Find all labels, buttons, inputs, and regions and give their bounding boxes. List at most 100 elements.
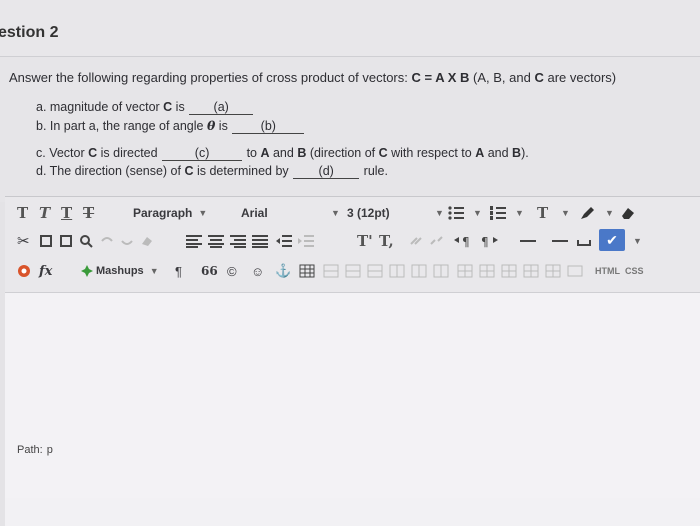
bullet-list-button[interactable] [447, 202, 465, 224]
spellcheck-caret[interactable]: ▼ [627, 230, 642, 252]
size-select[interactable]: 3 (12pt) [347, 203, 390, 223]
bold-button[interactable]: T [17, 202, 28, 224]
part-c-var-a: A [260, 146, 270, 160]
html-button[interactable]: HTML [595, 260, 620, 282]
part-b-suffix: is [215, 119, 228, 133]
css-button[interactable]: CSS [625, 260, 644, 282]
table-col-before-button[interactable] [389, 260, 405, 282]
paste-button[interactable] [59, 230, 73, 252]
align-center-button[interactable] [207, 230, 225, 252]
record-icon [18, 265, 30, 277]
table-delete-row-button[interactable] [367, 260, 383, 282]
subscript-button[interactable]: T, [379, 230, 394, 252]
numbered-list-button[interactable] [489, 202, 507, 224]
numbered-list-caret[interactable]: ▼ [509, 202, 524, 224]
blockquote-button[interactable]: 66 [201, 260, 218, 282]
font-select-caret[interactable]: ▼ [325, 203, 340, 223]
toolbar-row-3: fx Mashups ▼ ¶ 66 © ☺ ⚓ HTML CSS [5, 257, 700, 285]
copyright-button[interactable]: © [227, 260, 237, 282]
copyright-icon: © [227, 263, 237, 279]
redo-icon [121, 240, 133, 245]
align-justify-button[interactable] [251, 230, 269, 252]
paragraph-select[interactable]: Paragraph ▼ [133, 203, 207, 223]
table-cell-icon [501, 264, 517, 278]
indent-button[interactable] [297, 230, 315, 252]
find-button[interactable] [79, 230, 93, 252]
pilcrow-icon: ¶ [175, 263, 182, 279]
mashups-select[interactable]: Mashups ▼ [81, 261, 159, 281]
table-delete-col-button[interactable] [433, 260, 449, 282]
question-prompt: Answer the following regarding propertie… [9, 70, 616, 85]
table-row-before-button[interactable] [323, 260, 339, 282]
toolbar-row-1: T T T T Paragraph ▼ Arial ▼ 3 (12pt) ▼ ▼ [5, 199, 700, 227]
insert-table-button[interactable] [299, 260, 315, 282]
align-left-button[interactable] [185, 230, 203, 252]
cut-button[interactable]: ✂ [17, 230, 30, 252]
prompt-var-b: B [460, 70, 470, 85]
unlink-button[interactable] [429, 230, 445, 252]
part-c: c. Vector C is directed (c) to A and B (… [36, 146, 529, 161]
size-select-caret[interactable]: ▼ [429, 203, 444, 223]
clear-format-button[interactable] [619, 202, 637, 224]
spellcheck-button[interactable]: ✔ [599, 229, 625, 251]
table-cell-icon [545, 264, 561, 278]
link-button[interactable] [409, 230, 425, 252]
highlight-button[interactable] [579, 202, 597, 224]
part-c-to: to [246, 146, 261, 160]
outdent-button[interactable] [275, 230, 293, 252]
copy-icon [40, 235, 52, 247]
redo-button[interactable] [119, 230, 135, 252]
copy-button[interactable] [39, 230, 53, 252]
question-body: Answer the following regarding propertie… [0, 57, 700, 202]
clear-button[interactable] [139, 230, 155, 252]
font-select[interactable]: Arial [241, 203, 268, 223]
table-row-after-button[interactable] [345, 260, 361, 282]
path-label: Path: [17, 444, 43, 456]
table-cell-icon [479, 264, 495, 278]
path-value[interactable]: p [47, 444, 53, 456]
bullet-list-caret[interactable]: ▼ [467, 202, 482, 224]
show-blocks-button[interactable]: ¶ [175, 260, 182, 282]
table-merge-cell-button[interactable] [479, 260, 495, 282]
prompt-text-2: (A, B, and [469, 70, 535, 85]
table-cell-props-button[interactable] [501, 260, 517, 282]
space-button[interactable] [577, 230, 591, 252]
part-c-var: C [88, 146, 98, 160]
emoticon-button[interactable]: ☺ [251, 260, 264, 282]
ltr-button[interactable]: ¶ [453, 230, 473, 252]
indent-icon [298, 235, 314, 247]
media-button[interactable] [567, 260, 583, 282]
strikethrough-button[interactable]: T [83, 202, 94, 224]
part-b-text: b. In part a, the range of angle [36, 119, 207, 133]
part-a-suffix: is [172, 100, 185, 114]
editor-text-area[interactable] [5, 293, 700, 498]
part-c-var-b2: B [512, 146, 522, 160]
table-col-icon [389, 264, 405, 278]
text-color-caret[interactable]: ▼ [555, 202, 570, 224]
table-split-cell-button[interactable] [457, 260, 473, 282]
undo-button[interactable] [99, 230, 115, 252]
part-c-and: and [269, 146, 298, 160]
horizontal-rule-button[interactable] [519, 230, 537, 252]
highlight-caret[interactable]: ▼ [599, 202, 614, 224]
text-color-button[interactable]: T [537, 202, 548, 224]
anchor-button[interactable]: ⚓ [275, 260, 291, 282]
table-col-after-button[interactable] [411, 260, 427, 282]
nonbreaking-space-button[interactable] [551, 230, 569, 252]
part-c-var-c2: C [378, 146, 388, 160]
table-props-button[interactable] [545, 260, 561, 282]
chevron-down-icon: ▼ [149, 266, 159, 276]
superscript-button[interactable]: T' [357, 230, 373, 252]
blank-b: (b) [232, 119, 305, 134]
align-right-button[interactable] [229, 230, 247, 252]
underline-button[interactable]: T [61, 202, 72, 224]
table-row-props-button[interactable] [523, 260, 539, 282]
rtl-button[interactable]: ¶ [479, 230, 499, 252]
formula-button[interactable]: fx [39, 260, 52, 282]
record-button[interactable] [17, 260, 31, 282]
italic-button[interactable]: T [39, 202, 50, 224]
align-justify-icon [252, 235, 268, 248]
table-row-icon [345, 264, 361, 278]
table-col-icon [411, 264, 427, 278]
blank-d: (d) [293, 164, 360, 179]
